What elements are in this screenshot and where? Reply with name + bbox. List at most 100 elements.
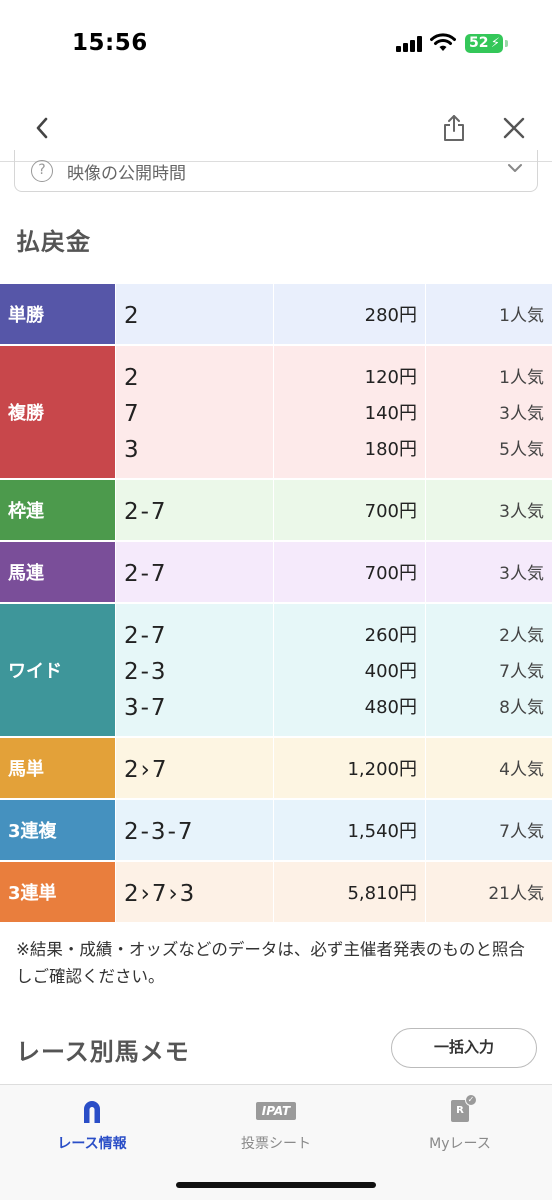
- payout-amount: 180円: [364, 439, 417, 460]
- bet-type-label: ワイド: [0, 604, 116, 736]
- bulk-input-button[interactable]: 一括入力: [391, 1028, 537, 1068]
- payout-amount: 1,540円: [347, 821, 417, 842]
- close-button[interactable]: [492, 106, 536, 150]
- popularity: 3人気: [499, 502, 544, 522]
- payout-row: 枠連 2-7 700円 3人気: [0, 480, 552, 542]
- payout-cell: 700円: [274, 542, 426, 602]
- payout-row: 複勝 2 7 3 120円 140円 180円 1人気 3人気 5人気: [0, 346, 552, 480]
- payout-row: ワイド 2-7 2-3 3-7 260円 400円 480円 2人気 7人気 8…: [0, 604, 552, 738]
- battery-cap: [505, 40, 508, 47]
- popularity: 3人気: [499, 404, 544, 424]
- payout-amount: 5,810円: [347, 883, 417, 904]
- popularity-cell: 1人気 3人気 5人気: [426, 346, 552, 478]
- charging-bolt-icon: ⚡: [490, 36, 500, 51]
- tab-my-race[interactable]: R ✓ Myレース: [368, 1094, 552, 1165]
- popularity: 1人気: [499, 368, 544, 388]
- combination: 7: [124, 401, 141, 427]
- payout-cell: 280円: [274, 284, 426, 344]
- combination-cell: 2-3-7: [116, 800, 274, 860]
- payout-cell: 700円: [274, 480, 426, 540]
- payout-row: 馬連 2-7 700円 3人気: [0, 542, 552, 604]
- popularity-cell: 1人気: [426, 284, 552, 344]
- popularity-cell: 7人気: [426, 800, 552, 860]
- video-time-label: 映像の公開時間: [67, 164, 186, 184]
- tab-voting-sheet[interactable]: IPAT 投票シート: [184, 1095, 368, 1165]
- popularity: 7人気: [499, 822, 544, 842]
- payout-table: 単勝 2 280円 1人気 複勝 2 7 3 120円 140円 180円 1人…: [0, 284, 552, 924]
- combination-cell: 2›7: [116, 738, 274, 798]
- my-race-icon: R ✓: [451, 1094, 477, 1122]
- tab-label: レース情報: [57, 1136, 127, 1152]
- combination: 3-7: [124, 695, 168, 721]
- popularity-cell: 3人気: [426, 480, 552, 540]
- combination: 2-7: [124, 623, 168, 649]
- payout-cell: 260円 400円 480円: [274, 604, 426, 736]
- payout-row: 3連単 2›7›3 5,810円 21人気: [0, 862, 552, 924]
- combination-cell: 2-7: [116, 542, 274, 602]
- combination-cell: 2-7 2-3 3-7: [116, 604, 274, 736]
- combination: 2-3-7: [124, 819, 195, 845]
- bet-type-label: 3連単: [0, 862, 116, 922]
- share-icon: [444, 115, 464, 141]
- close-icon: [503, 117, 525, 139]
- payout-cell: 120円 140円 180円: [274, 346, 426, 478]
- combination: 2-7: [124, 499, 168, 525]
- bet-type-label: 複勝: [0, 346, 116, 478]
- popularity: 21人気: [488, 884, 544, 904]
- bet-type-label: 馬連: [0, 542, 116, 602]
- signal-icon: [396, 36, 422, 52]
- popularity: 3人気: [499, 564, 544, 584]
- popularity: 1人気: [499, 306, 544, 326]
- tab-label: Myレース: [429, 1136, 491, 1152]
- back-button[interactable]: [20, 106, 64, 150]
- chevron-left-icon: [36, 117, 48, 139]
- bet-type-label: 枠連: [0, 480, 116, 540]
- combination: 2: [124, 365, 141, 391]
- check-badge-icon: ✓: [465, 1094, 477, 1106]
- my-race-icon-letter: R: [456, 1105, 464, 1116]
- popularity: 4人気: [499, 760, 544, 780]
- tab-label: 投票シート: [241, 1136, 311, 1152]
- payout-amount: 140円: [364, 403, 417, 424]
- horse-memo-title: レース別馬メモ: [16, 1038, 190, 1066]
- combination: 2›7: [124, 757, 169, 783]
- payout-cell: 1,540円: [274, 800, 426, 860]
- payout-amount: 400円: [364, 661, 417, 682]
- bet-type-label: 単勝: [0, 284, 116, 344]
- wifi-icon: [430, 33, 456, 51]
- question-icon: ?: [31, 160, 53, 182]
- bet-type-label: 馬単: [0, 738, 116, 798]
- status-time: 15:56: [72, 30, 148, 56]
- payout-row: 単勝 2 280円 1人気: [0, 284, 552, 346]
- combination: 2›7›3: [124, 881, 197, 907]
- payout-row: 3連複 2-3-7 1,540円 7人気: [0, 800, 552, 862]
- ipat-icon: IPAT: [255, 1102, 297, 1120]
- popularity-cell: 4人気: [426, 738, 552, 798]
- share-button[interactable]: [432, 106, 476, 150]
- combination: 2-3: [124, 659, 168, 685]
- popularity-cell: 21人気: [426, 862, 552, 922]
- payout-amount: 700円: [364, 501, 417, 522]
- combination-cell: 2: [116, 284, 274, 344]
- combination-cell: 2 7 3: [116, 346, 274, 478]
- combination-cell: 2-7: [116, 480, 274, 540]
- payout-cell: 1,200円: [274, 738, 426, 798]
- combination-cell: 2›7›3: [116, 862, 274, 922]
- horseshoe-icon: [84, 1101, 100, 1123]
- battery-level: 52: [469, 35, 489, 51]
- home-indicator: [176, 1182, 376, 1188]
- popularity: 2人気: [499, 626, 544, 646]
- tab-race-info[interactable]: レース情報: [0, 1095, 184, 1165]
- combination: 3: [124, 437, 141, 463]
- popularity: 7人気: [499, 662, 544, 682]
- payout-amount: 280円: [364, 305, 417, 326]
- popularity-cell: 2人気 7人気 8人気: [426, 604, 552, 736]
- payout-amount: 260円: [364, 625, 417, 646]
- payout-section-title: 払戻金: [16, 228, 91, 256]
- video-time-dropdown[interactable]: ? 映像の公開時間: [14, 150, 538, 192]
- combination: 2: [124, 303, 141, 329]
- battery-icon: 52 ⚡: [465, 34, 503, 53]
- bet-type-label: 3連複: [0, 800, 116, 860]
- payout-row: 馬単 2›7 1,200円 4人気: [0, 738, 552, 800]
- chevron-down-icon: [508, 164, 522, 172]
